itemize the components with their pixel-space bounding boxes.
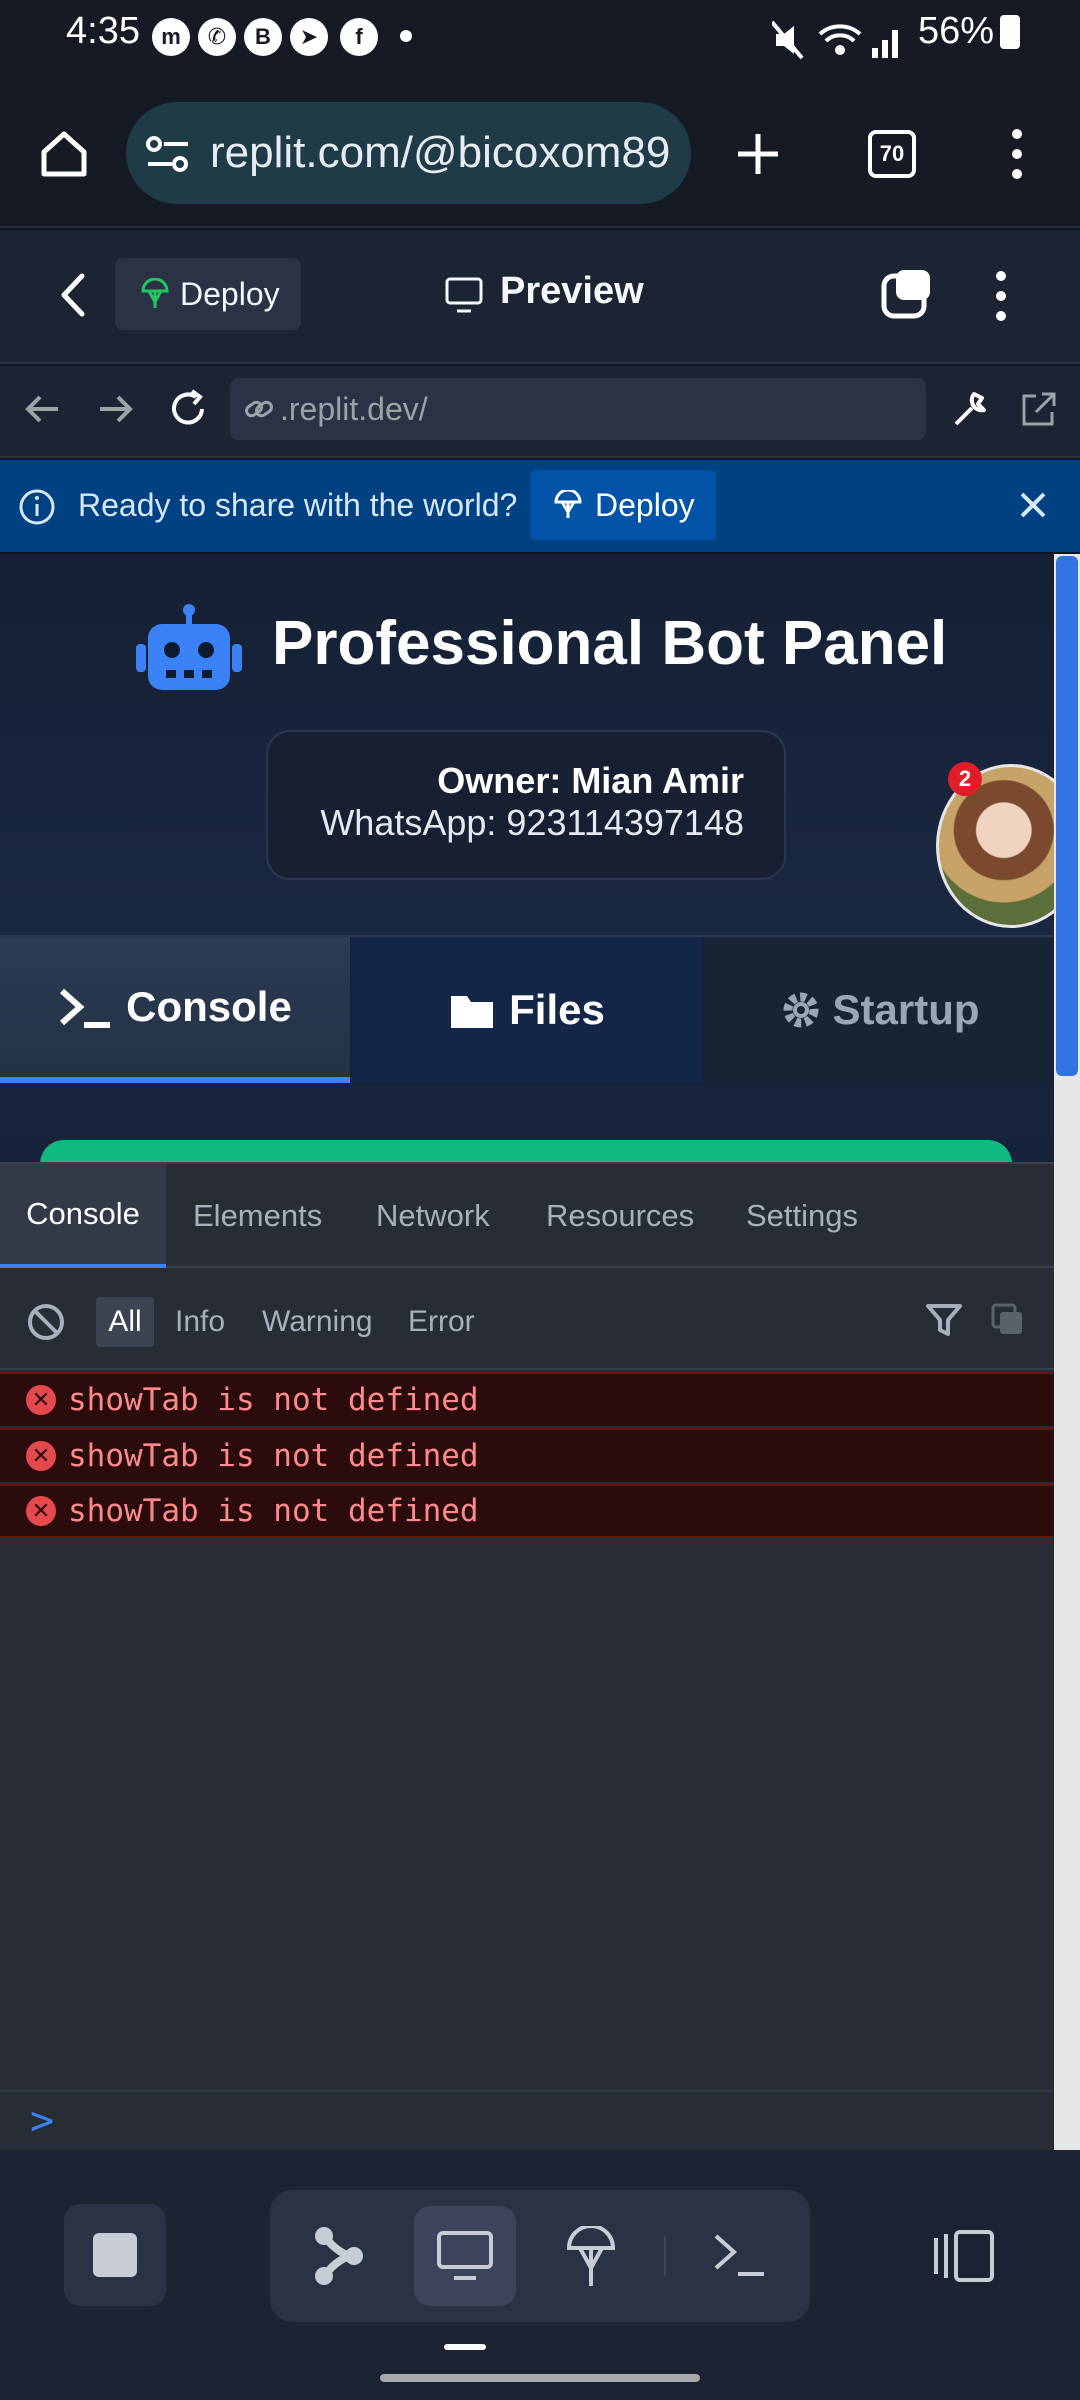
facebook-icon: f bbox=[340, 18, 378, 56]
terminal-icon bbox=[60, 988, 111, 1028]
status-icons bbox=[772, 20, 898, 60]
owner-name: Owner: Mian Amir bbox=[437, 760, 744, 801]
preview-monitor-icon bbox=[437, 2231, 493, 2280]
messenger-icon: m bbox=[152, 18, 190, 56]
agent-icon[interactable] bbox=[310, 2224, 366, 2288]
error-icon: ✕ bbox=[26, 1441, 56, 1471]
devtools-tab-resources[interactable]: Resources bbox=[546, 1164, 694, 1268]
app-tab-files[interactable]: Files bbox=[352, 937, 702, 1083]
stop-button[interactable] bbox=[64, 2204, 166, 2306]
battery-icon bbox=[1000, 14, 1020, 49]
battery-percentage: 56% bbox=[917, 10, 994, 52]
webview-address-text[interactable]: .replit.dev/ bbox=[280, 391, 428, 428]
tab-switcher-button[interactable]: 70 bbox=[868, 130, 916, 178]
gear-icon bbox=[783, 992, 818, 1028]
avatar-notification-badge: 2 bbox=[948, 762, 982, 796]
folder-icon bbox=[451, 996, 494, 1028]
owner-whatsapp: WhatsApp: 923114397148 bbox=[320, 802, 744, 843]
whatsapp-icon: ✆ bbox=[198, 18, 236, 56]
robot-icon bbox=[136, 604, 242, 690]
console-error-row: ✕ showTab is not defined bbox=[0, 1428, 1054, 1482]
banner-deploy-label: Deploy bbox=[595, 487, 695, 523]
whatsapp-business-icon: B bbox=[244, 18, 282, 56]
open-external-icon[interactable] bbox=[1018, 390, 1058, 430]
devtools-tab-elements[interactable]: Elements bbox=[193, 1164, 322, 1268]
console-input[interactable]: > bbox=[0, 2090, 1054, 2150]
app-tab-startup[interactable]: Startup bbox=[704, 937, 1054, 1083]
app-tab-startup-label: Startup bbox=[832, 986, 980, 1033]
scrollbar-thumb[interactable] bbox=[1056, 556, 1078, 1076]
filter-funnel-icon[interactable] bbox=[924, 1300, 964, 1340]
error-message: showTab is not defined bbox=[68, 1493, 479, 1529]
battery-status: 56% bbox=[918, 10, 1020, 53]
devtools-tab-settings[interactable]: Settings bbox=[746, 1164, 858, 1268]
filter-info[interactable]: Info bbox=[175, 1297, 225, 1347]
error-icon: ✕ bbox=[26, 1385, 56, 1415]
deploy-icon bbox=[141, 278, 169, 308]
filter-warning[interactable]: Warning bbox=[262, 1297, 373, 1347]
close-icon[interactable] bbox=[1018, 490, 1048, 520]
deploy-button-label: Deploy bbox=[180, 276, 280, 312]
site-settings-icon[interactable] bbox=[146, 134, 190, 174]
webview-back-icon[interactable] bbox=[24, 394, 60, 424]
preview-tool-button[interactable] bbox=[414, 2206, 516, 2306]
mute-icon bbox=[772, 20, 804, 60]
app-tab-files-label: Files bbox=[509, 986, 605, 1033]
deployments-icon[interactable] bbox=[566, 2226, 616, 2288]
banner-text: Ready to share with the world? bbox=[78, 487, 518, 523]
app-title: Professional Bot Panel bbox=[272, 609, 948, 678]
console-prompt-chevron: > bbox=[30, 2098, 55, 2144]
console-filter-bar bbox=[0, 1270, 1054, 1370]
filter-error[interactable]: Error bbox=[408, 1297, 475, 1347]
back-chevron-icon[interactable] bbox=[56, 272, 90, 318]
info-icon bbox=[19, 489, 55, 525]
monitor-icon bbox=[445, 277, 483, 313]
url-text[interactable]: replit.com/@bicoxom89 bbox=[210, 128, 675, 180]
app-tab-console[interactable]: Console bbox=[0, 937, 350, 1083]
status-time: 4:35 bbox=[66, 10, 140, 52]
telegram-icon: ➤ bbox=[290, 18, 328, 56]
stop-icon bbox=[93, 2233, 137, 2277]
shell-icon[interactable] bbox=[712, 2232, 766, 2278]
more-notifications-dot-icon bbox=[400, 30, 412, 42]
devtools-tab-console[interactable]: Console bbox=[0, 1164, 166, 1268]
reload-icon[interactable] bbox=[168, 388, 210, 430]
console-error-row: ✕ showTab is not defined bbox=[0, 1372, 1054, 1426]
signal-icon bbox=[872, 30, 898, 58]
status-panel-top bbox=[40, 1140, 1012, 1164]
devtools-wrench-icon[interactable] bbox=[948, 388, 990, 430]
console-error-row: ✕ showTab is not defined bbox=[0, 1484, 1054, 1538]
error-icon: ✕ bbox=[26, 1496, 56, 1526]
new-tab-icon[interactable] bbox=[734, 130, 782, 178]
browser-menu-icon[interactable] bbox=[1006, 126, 1028, 182]
preview-title[interactable]: Preview bbox=[500, 270, 644, 313]
app-tab-console-label: Console bbox=[126, 983, 292, 1030]
error-message: showTab is not defined bbox=[68, 1438, 479, 1474]
panel-toggle-icon[interactable] bbox=[930, 2228, 996, 2284]
copy-icon[interactable] bbox=[990, 1302, 1026, 1338]
devtools-tab-network[interactable]: Network bbox=[376, 1164, 490, 1268]
home-icon[interactable] bbox=[38, 128, 90, 180]
toolbar-divider bbox=[664, 2236, 666, 2276]
link-icon bbox=[245, 400, 273, 418]
webview-forward-icon[interactable] bbox=[98, 394, 134, 424]
error-message: showTab is not defined bbox=[68, 1382, 479, 1418]
filter-all[interactable]: All bbox=[96, 1297, 154, 1347]
clear-console-icon[interactable] bbox=[26, 1302, 66, 1342]
wifi-icon bbox=[818, 24, 862, 55]
toolbar-handle bbox=[444, 2344, 486, 2350]
banner-deploy-icon bbox=[554, 490, 582, 518]
home-gesture-bar[interactable] bbox=[380, 2374, 700, 2382]
replit-menu-icon[interactable] bbox=[990, 268, 1012, 324]
tabs-overview-icon[interactable] bbox=[880, 266, 936, 322]
